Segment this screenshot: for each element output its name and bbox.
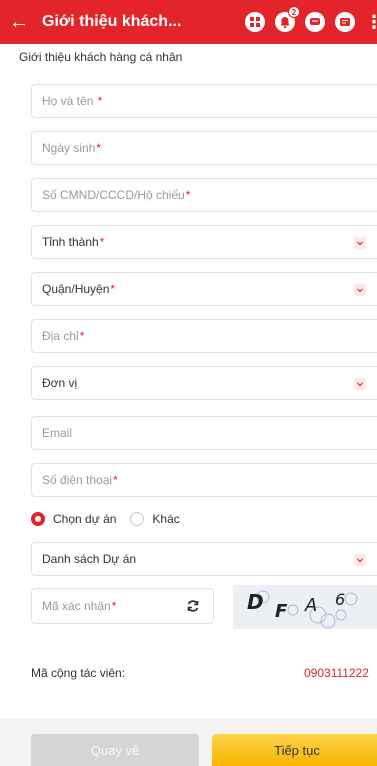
radio-other[interactable]	[130, 512, 145, 526]
captcha-char: A	[304, 595, 317, 616]
district-select[interactable]: Quận/Huyện *	[31, 272, 377, 306]
notification-bell-icon[interactable]: 2	[275, 6, 300, 32]
back-button[interactable]: Quay về	[31, 734, 199, 766]
message-icon[interactable]	[335, 12, 355, 32]
full-name-placeholder: Họ và tên	[42, 94, 94, 108]
captcha-char: F	[275, 601, 288, 622]
required-mark: *	[79, 329, 85, 343]
captcha-char: D	[247, 590, 264, 614]
phone-field[interactable]: Số điện thoại *	[31, 463, 377, 497]
unit-label: Đơn vị	[42, 376, 78, 390]
phone-placeholder: Số điện thoại	[42, 473, 113, 487]
radio-choose-project[interactable]	[31, 512, 45, 526]
captcha-char: 6	[335, 590, 345, 609]
address-placeholder: Địa chỉ	[42, 329, 79, 343]
radio-other-label[interactable]: Khác	[152, 512, 179, 526]
id-number-field[interactable]: Số CMND/CCCD/Hộ chiếu *	[31, 178, 377, 212]
email-field[interactable]: Email	[31, 416, 377, 450]
page-title: Giới thiệu khách...	[42, 13, 182, 30]
captcha-input[interactable]: Mã xác nhận *	[31, 588, 214, 624]
chevron-down-icon	[354, 378, 366, 390]
required-mark: *	[185, 188, 191, 202]
chat-icon[interactable]	[305, 12, 325, 32]
id-number-placeholder: Số CMND/CCCD/Hộ chiếu	[42, 188, 185, 202]
birth-date-field[interactable]: Ngày sinh *	[31, 131, 377, 165]
district-label: Quận/Huyện	[42, 282, 110, 296]
radio-choose-project-label[interactable]: Chọn dự án	[53, 512, 116, 526]
required-mark: *	[110, 282, 116, 296]
collaborator-code-value: 0903111222	[304, 666, 369, 680]
birth-date-placeholder: Ngày sinh	[42, 141, 96, 155]
back-arrow-icon[interactable]: ←	[4, 0, 34, 44]
app-header: ← Giới thiệu khách... 2 ⋮	[0, 0, 377, 44]
chevron-down-icon	[354, 284, 366, 296]
next-button[interactable]: Tiếp tục	[212, 734, 377, 766]
required-mark: *	[113, 473, 118, 487]
unit-select[interactable]: Đơn vị	[31, 366, 377, 400]
more-menu-icon[interactable]: ⋮	[365, 12, 377, 33]
collaborator-code-label: Mã cộng tác viên:	[31, 666, 126, 680]
captcha-image: D F A 6	[233, 585, 377, 629]
required-mark: *	[96, 141, 102, 155]
project-radio-group: Chọn dự án Khác	[31, 512, 194, 526]
chevron-down-icon	[354, 237, 366, 249]
grid-menu-icon[interactable]	[245, 12, 265, 32]
province-select[interactable]: Tỉnh thành *	[31, 225, 377, 259]
required-mark: *	[111, 599, 117, 613]
captcha-placeholder: Mã xác nhận	[42, 599, 111, 613]
footer-bar: Quay về Tiếp tục	[0, 718, 377, 766]
project-list-label: Danh sách Dự án	[42, 552, 137, 566]
address-field[interactable]: Địa chỉ *	[31, 319, 377, 353]
chevron-down-icon	[354, 554, 366, 566]
project-list-select[interactable]: Danh sách Dự án	[31, 542, 377, 576]
full-name-field[interactable]: Họ và tên *	[31, 84, 377, 118]
refresh-icon[interactable]	[185, 598, 201, 614]
notification-badge: 2	[288, 6, 300, 18]
section-title: Giới thiệu khách hàng cá nhân	[19, 50, 183, 64]
email-placeholder: Email	[42, 426, 73, 440]
required-mark: *	[99, 235, 105, 249]
province-label: Tỉnh thành	[42, 235, 99, 249]
required-mark: *	[97, 94, 103, 108]
